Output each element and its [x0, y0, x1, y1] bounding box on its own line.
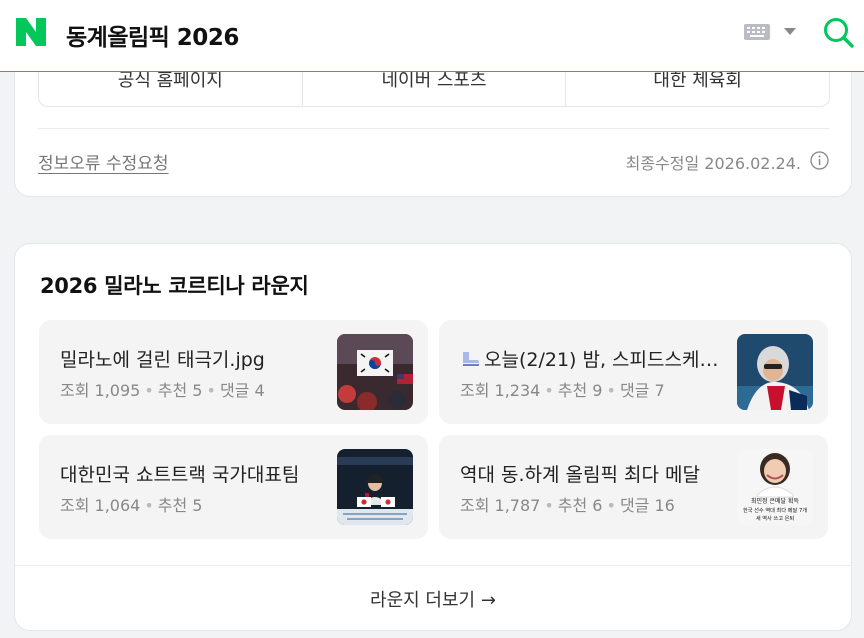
last-modified-date: 최종수정일 2026.02.24.: [625, 154, 801, 173]
report-error-link[interactable]: 정보오류 수정요청: [38, 149, 169, 174]
post-comments: 댓글 4: [219, 381, 265, 400]
post-comments: 댓글 7: [619, 381, 665, 400]
post-likes: 추천 5: [157, 496, 203, 515]
post-likes: 추천 9: [557, 381, 603, 400]
info-icon[interactable]: [810, 151, 829, 170]
post-thumbnail[interactable]: [337, 334, 413, 410]
chevron-down-icon[interactable]: [784, 28, 796, 35]
post-thumbnail[interactable]: [737, 334, 813, 410]
lounge-post[interactable]: 역대 동.하계 올림픽 최다 메달 조회 1,787 • 추천 6 • 댓글 16 최민…: [439, 435, 828, 539]
post-likes: 추천 5: [157, 381, 203, 400]
page-title: 동계올림픽 2026: [66, 25, 239, 51]
post-meta: 조회 1,234 • 추천 9 • 댓글 7: [460, 381, 665, 400]
keyboard-icon[interactable]: [744, 24, 770, 40]
lounge-post[interactable]: 밀라노에 걸린 태극기.jpg 조회 1,095 • 추천 5 • 댓글 4: [39, 320, 428, 424]
search-icon[interactable]: [822, 16, 856, 50]
lounge-post[interactable]: 오늘(2/21) 밤, 스피드스케이팅 조회 1,234 • 추천 9 • 댓글 7: [439, 320, 828, 424]
post-views: 조회 1,787: [460, 496, 541, 515]
post-views: 조회 1,064: [60, 496, 141, 515]
naver-logo[interactable]: [15, 18, 47, 46]
lounge-card: 2026 밀라노 코르티나 라운지 밀라노에 걸린 태극기.jpg 조회 1,0…: [14, 243, 852, 631]
arrow-right-icon: →: [480, 590, 496, 611]
more-label: 라운지 더보기: [370, 590, 476, 611]
post-thumbnail[interactable]: 최민정 은메달 획득 한국 선수 역대 최다 메달 7개 새 역사 쓰고 은퇴: [737, 449, 813, 525]
post-title[interactable]: 밀라노에 걸린 태극기.jpg: [60, 345, 325, 372]
thumb-caption-1: 최민정 은메달 획득: [751, 497, 799, 505]
post-comments: 댓글 16: [619, 496, 675, 515]
ice-skate-icon: [463, 352, 479, 366]
post-meta: 조회 1,064 • 추천 5: [60, 496, 203, 515]
divider: [15, 565, 851, 566]
post-title[interactable]: 오늘(2/21) 밤, 스피드스케이팅: [460, 345, 725, 372]
post-thumbnail[interactable]: [337, 449, 413, 525]
post-title[interactable]: 역대 동.하계 올림픽 최다 메달: [460, 460, 725, 487]
lounge-more-button[interactable]: 라운지 더보기 →: [15, 586, 851, 612]
lounge-title: 2026 밀라노 코르티나 라운지: [40, 274, 309, 298]
lounge-post[interactable]: 대한민국 쇼트트랙 국가대표팀 조회 1,064 • 추천 5: [39, 435, 428, 539]
post-views: 조회 1,234: [460, 381, 541, 400]
post-likes: 추천 6: [557, 496, 603, 515]
post-meta: 조회 1,787 • 추천 6 • 댓글 16: [460, 496, 675, 515]
post-title[interactable]: 대한민국 쇼트트랙 국가대표팀: [60, 460, 325, 487]
post-meta: 조회 1,095 • 추천 5 • 댓글 4: [60, 381, 265, 400]
thumb-caption-3: 새 역사 쓰고 은퇴: [756, 514, 795, 522]
thumb-caption-2: 한국 선수 역대 최다 메달 7개: [743, 506, 807, 514]
divider: [38, 128, 830, 129]
top-header: 동계올림픽 2026: [0, 0, 864, 72]
post-views: 조회 1,095: [60, 381, 141, 400]
